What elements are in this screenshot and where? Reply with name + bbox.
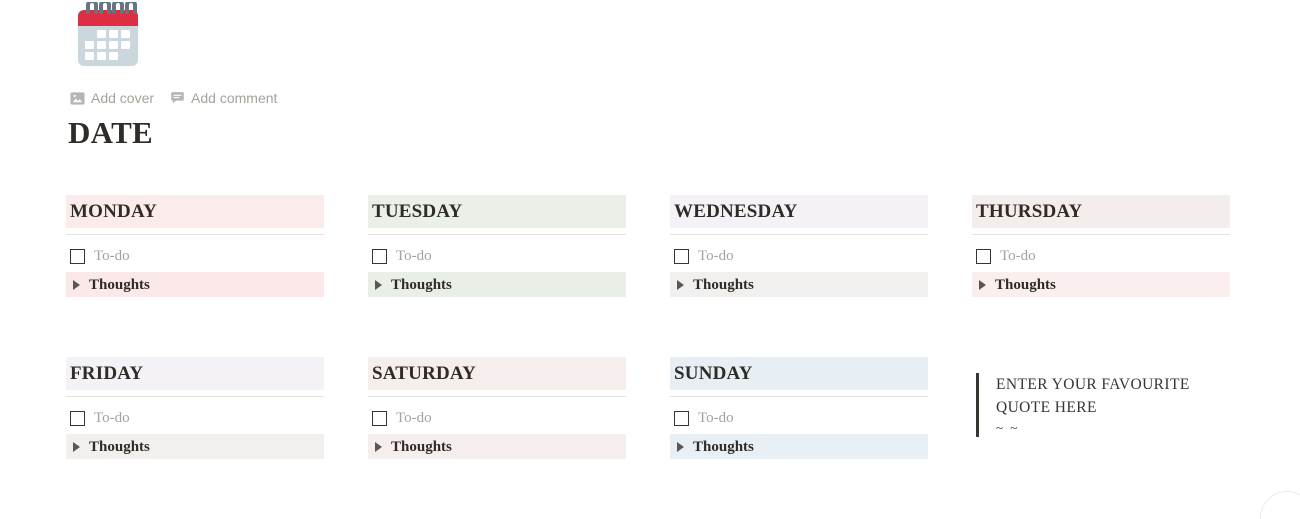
todo-row-thursday[interactable]: To-do (972, 243, 1230, 269)
divider (368, 234, 626, 235)
toggle-triangle-icon[interactable] (73, 279, 80, 290)
thoughts-row-wednesday[interactable]: Thoughts (670, 272, 928, 297)
toggle-triangle-icon[interactable] (375, 441, 382, 452)
checkbox-unchecked-icon[interactable] (372, 410, 387, 426)
divider (670, 234, 928, 235)
day-header-saturday[interactable]: SATURDAY (368, 357, 626, 390)
todo-label: To-do (1000, 248, 1036, 264)
day-column-thursday: THURSDAY To-do Thoughts (972, 195, 1230, 297)
checkbox-unchecked-icon[interactable] (70, 248, 85, 264)
todo-label: To-do (94, 410, 130, 426)
page-title[interactable]: DATE (68, 114, 153, 152)
todo-row-tuesday[interactable]: To-do (368, 243, 626, 269)
thoughts-label: Thoughts (89, 276, 150, 293)
thoughts-label: Thoughts (995, 276, 1056, 293)
todo-row-friday[interactable]: To-do (66, 405, 324, 431)
todo-row-monday[interactable]: To-do (66, 243, 324, 269)
add-comment-button[interactable]: Add comment (170, 88, 277, 108)
toggle-triangle-icon[interactable] (73, 441, 80, 452)
toggle-triangle-icon[interactable] (677, 441, 684, 452)
day-header-wednesday[interactable]: WEDNESDAY (670, 195, 928, 228)
day-column-tuesday: TUESDAY To-do Thoughts (368, 195, 626, 297)
day-column-wednesday: WEDNESDAY To-do Thoughts (670, 195, 928, 297)
planner-row-one: MONDAY To-do Thoughts TUESDAY To-do Thou… (66, 195, 1236, 297)
todo-label: To-do (698, 410, 734, 426)
thoughts-row-monday[interactable]: Thoughts (66, 272, 324, 297)
todo-label: To-do (396, 410, 432, 426)
day-column-sunday: SUNDAY To-do Thoughts (670, 357, 928, 459)
thoughts-row-friday[interactable]: Thoughts (66, 434, 324, 459)
day-column-saturday: SATURDAY To-do Thoughts (368, 357, 626, 459)
checkbox-unchecked-icon[interactable] (976, 248, 991, 264)
toggle-triangle-icon[interactable] (677, 279, 684, 290)
divider (972, 234, 1230, 235)
divider (670, 396, 928, 397)
day-header-sunday[interactable]: SUNDAY (670, 357, 928, 390)
todo-label: To-do (94, 248, 130, 264)
quote-block[interactable]: ENTER YOUR FAVOURITE QUOTE HERE ~ ~ (976, 373, 1236, 437)
quote-tilde: ~ ~ (996, 420, 1020, 435)
calendar-emoji-icon (78, 2, 138, 66)
thoughts-label: Thoughts (693, 438, 754, 455)
todo-label: To-do (396, 248, 432, 264)
page-icon-calendar[interactable] (72, 2, 144, 74)
checkbox-unchecked-icon[interactable] (674, 248, 689, 264)
quote-line-2: QUOTE HERE (996, 399, 1097, 416)
checkbox-unchecked-icon[interactable] (674, 410, 689, 426)
thoughts-label: Thoughts (89, 438, 150, 455)
row-spacer (66, 297, 1236, 357)
thoughts-label: Thoughts (391, 276, 452, 293)
thoughts-row-tuesday[interactable]: Thoughts (368, 272, 626, 297)
thoughts-label: Thoughts (391, 438, 452, 455)
day-column-monday: MONDAY To-do Thoughts (66, 195, 324, 297)
page-controls: Add cover Add comment (70, 88, 277, 108)
add-cover-label: Add cover (91, 90, 155, 106)
todo-row-wednesday[interactable]: To-do (670, 243, 928, 269)
day-column-friday: FRIDAY To-do Thoughts (66, 357, 324, 459)
day-header-friday[interactable]: FRIDAY (66, 357, 324, 390)
toggle-triangle-icon[interactable] (375, 279, 382, 290)
comment-icon (170, 91, 185, 106)
thoughts-label: Thoughts (693, 276, 754, 293)
divider (368, 396, 626, 397)
add-cover-button[interactable]: Add cover (70, 88, 154, 108)
toggle-triangle-icon[interactable] (979, 279, 986, 290)
day-header-tuesday[interactable]: TUESDAY (368, 195, 626, 228)
image-icon (70, 91, 85, 106)
divider (66, 396, 324, 397)
todo-row-saturday[interactable]: To-do (368, 405, 626, 431)
todo-label: To-do (698, 248, 734, 264)
add-comment-label: Add comment (191, 90, 278, 106)
day-header-thursday[interactable]: THURSDAY (972, 195, 1230, 228)
help-button[interactable] (1260, 491, 1300, 519)
thoughts-row-thursday[interactable]: Thoughts (972, 272, 1230, 297)
todo-row-sunday[interactable]: To-do (670, 405, 928, 431)
thoughts-row-sunday[interactable]: Thoughts (670, 434, 928, 459)
thoughts-row-saturday[interactable]: Thoughts (368, 434, 626, 459)
divider (66, 234, 324, 235)
checkbox-unchecked-icon[interactable] (372, 248, 387, 264)
day-header-monday[interactable]: MONDAY (66, 195, 324, 228)
checkbox-unchecked-icon[interactable] (70, 410, 85, 426)
quote-line-1: ENTER YOUR FAVOURITE (996, 376, 1190, 393)
